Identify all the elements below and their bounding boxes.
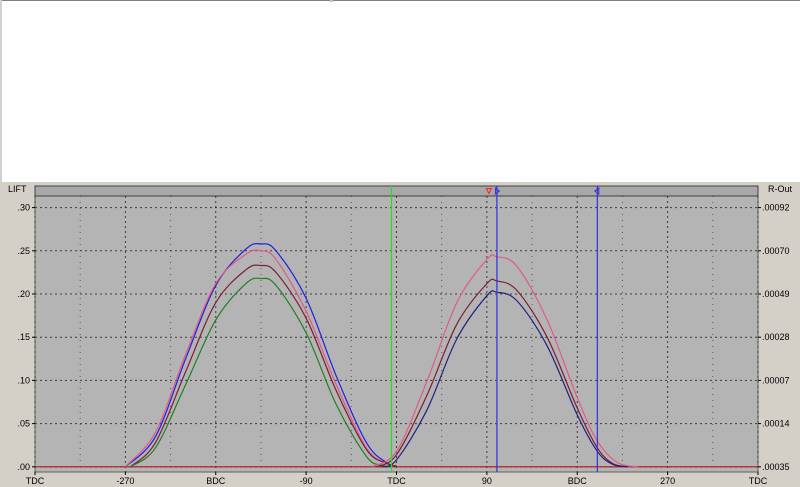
left-edge-strip — [0, 0, 2, 182]
y-tick-label: .30 — [17, 203, 30, 213]
x-tick-label: 270 — [660, 476, 675, 486]
right-tick-label: .00028 — [762, 332, 790, 342]
right-tick-label: .00014 — [762, 419, 790, 429]
top-border-right — [333, 0, 800, 1]
x-tick-label: BDC — [206, 476, 226, 486]
lift-chart[interactable]: LIFT R-Out TDC -270 BDC -90 TDC 90 BDC 270 TDC .… — [0, 182, 800, 487]
marker-band[interactable] — [34, 185, 759, 197]
y-tick-label: .05 — [17, 419, 30, 429]
right-tick-label: .00007 — [762, 375, 790, 385]
y-tick-label: .10 — [17, 375, 30, 385]
y-tick-label: .00 — [17, 462, 30, 472]
right-tick-label: .00070 — [762, 246, 790, 256]
x-tick-label: TDC — [387, 476, 406, 486]
x-tick-label: -270 — [116, 476, 134, 486]
right-tick-label: .00092 — [762, 203, 790, 213]
right-tick-label: .00035 — [762, 462, 790, 472]
x-tick-label: -90 — [300, 476, 313, 486]
empty-upper-panel — [0, 0, 800, 182]
x-tick-label: TDC — [749, 476, 768, 486]
y-tick-label: .25 — [17, 246, 30, 256]
left-axis-label: LIFT — [8, 184, 27, 194]
x-tick-label: BDC — [568, 476, 588, 486]
lift-chart-panel: LIFT R-Out TDC -270 BDC -90 TDC 90 BDC 270 TDC .… — [0, 182, 800, 487]
y-tick-label: .20 — [17, 289, 30, 299]
top-border-left — [0, 0, 330, 1]
x-tick-label: TDC — [26, 476, 45, 486]
right-axis-label: R-Out — [768, 184, 793, 194]
plot-area — [34, 185, 759, 473]
right-tick-label: .00049 — [762, 289, 790, 299]
y-tick-label: .15 — [17, 332, 30, 342]
x-tick-label: 90 — [482, 476, 492, 486]
